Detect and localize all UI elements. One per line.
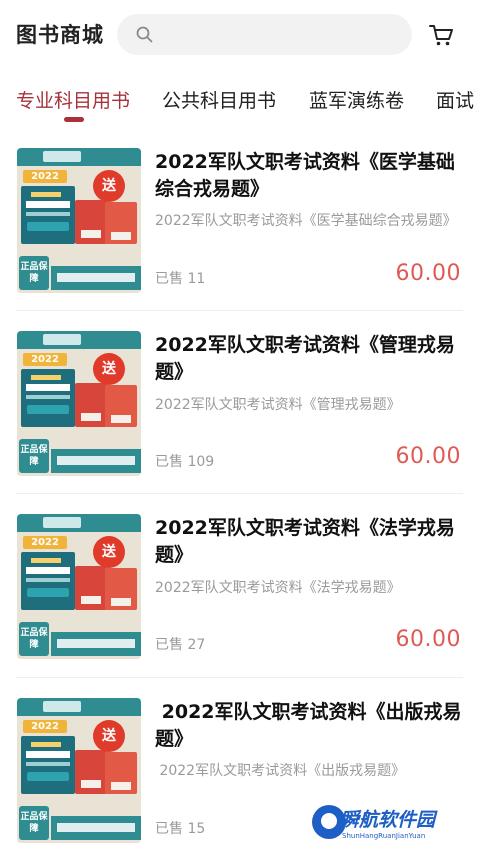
- product-price: 60.00: [395, 261, 461, 286]
- product-price: 60.00: [395, 444, 461, 469]
- product-card[interactable]: 2022 送 正品保障 2022军队文职考试资料《法学戎易题》 2022军队文职…: [0, 498, 480, 681]
- product-title: 2022军队文职考试资料《医学基础综合戎易题》: [155, 151, 455, 200]
- app-header: 图书商城: [0, 0, 480, 70]
- tab-professional[interactable]: 专业科目用书: [16, 86, 130, 113]
- product-description: 2022军队文职考试资料《管理戎易题》: [155, 397, 401, 413]
- tab-blue-army[interactable]: 蓝军演练卷: [309, 86, 404, 113]
- watermark-subtext: ShunHangRuanJianYuan: [342, 832, 426, 840]
- search-icon: [136, 26, 153, 43]
- divider: [16, 493, 463, 494]
- page-title: 图书商城: [16, 23, 104, 47]
- product-card[interactable]: 2022 送 正品保障 2022军队文职考试资料《管理戎易题》 2022军队文职…: [0, 315, 480, 498]
- cart-icon[interactable]: [428, 22, 454, 48]
- product-card[interactable]: 2022 送 正品保障 2022军队文职考试资料《医学基础综合戎易题》 2022…: [0, 132, 480, 315]
- product-cover-image: 2022 送 正品保障: [17, 698, 141, 843]
- category-tabs: 专业科目用书 公共科目用书 蓝军演练卷 面试: [0, 70, 480, 132]
- product-title: 2022军队文职考试资料《管理戎易题》: [155, 334, 455, 383]
- product-title: 2022军队文职考试资料《法学戎易题》: [155, 517, 455, 566]
- sold-count: 已售 15: [155, 821, 206, 837]
- tab-public[interactable]: 公共科目用书: [162, 86, 276, 113]
- product-price: 60.00: [395, 627, 461, 652]
- product-cover-image: 2022 送 正品保障: [17, 148, 141, 293]
- product-title: 2022军队文职考试资料《出版戎易题》: [155, 701, 462, 750]
- product-cover-image: 2022 送 正品保障: [17, 514, 141, 659]
- sold-count: 已售 11: [155, 271, 206, 287]
- divider: [16, 677, 463, 678]
- tab-active-indicator: [64, 117, 84, 122]
- product-cover-image: 2022 送 正品保障: [17, 331, 141, 476]
- search-input[interactable]: [117, 14, 412, 55]
- tab-interview[interactable]: 面试: [436, 86, 474, 113]
- product-description: 2022军队文职考试资料《出版戎易题》: [155, 763, 406, 779]
- product-description: 2022军队文职考试资料《医学基础综合戎易题》: [155, 213, 457, 229]
- product-description: 2022军队文职考试资料《法学戎易题》: [155, 580, 401, 596]
- sold-count: 已售 27: [155, 637, 206, 653]
- site-watermark: 瞬航软件园 ShunHangRuanJianYuan: [312, 803, 452, 849]
- watermark-text: 瞬航软件园: [340, 809, 436, 831]
- sold-count: 已售 109: [155, 454, 215, 470]
- divider: [16, 310, 463, 311]
